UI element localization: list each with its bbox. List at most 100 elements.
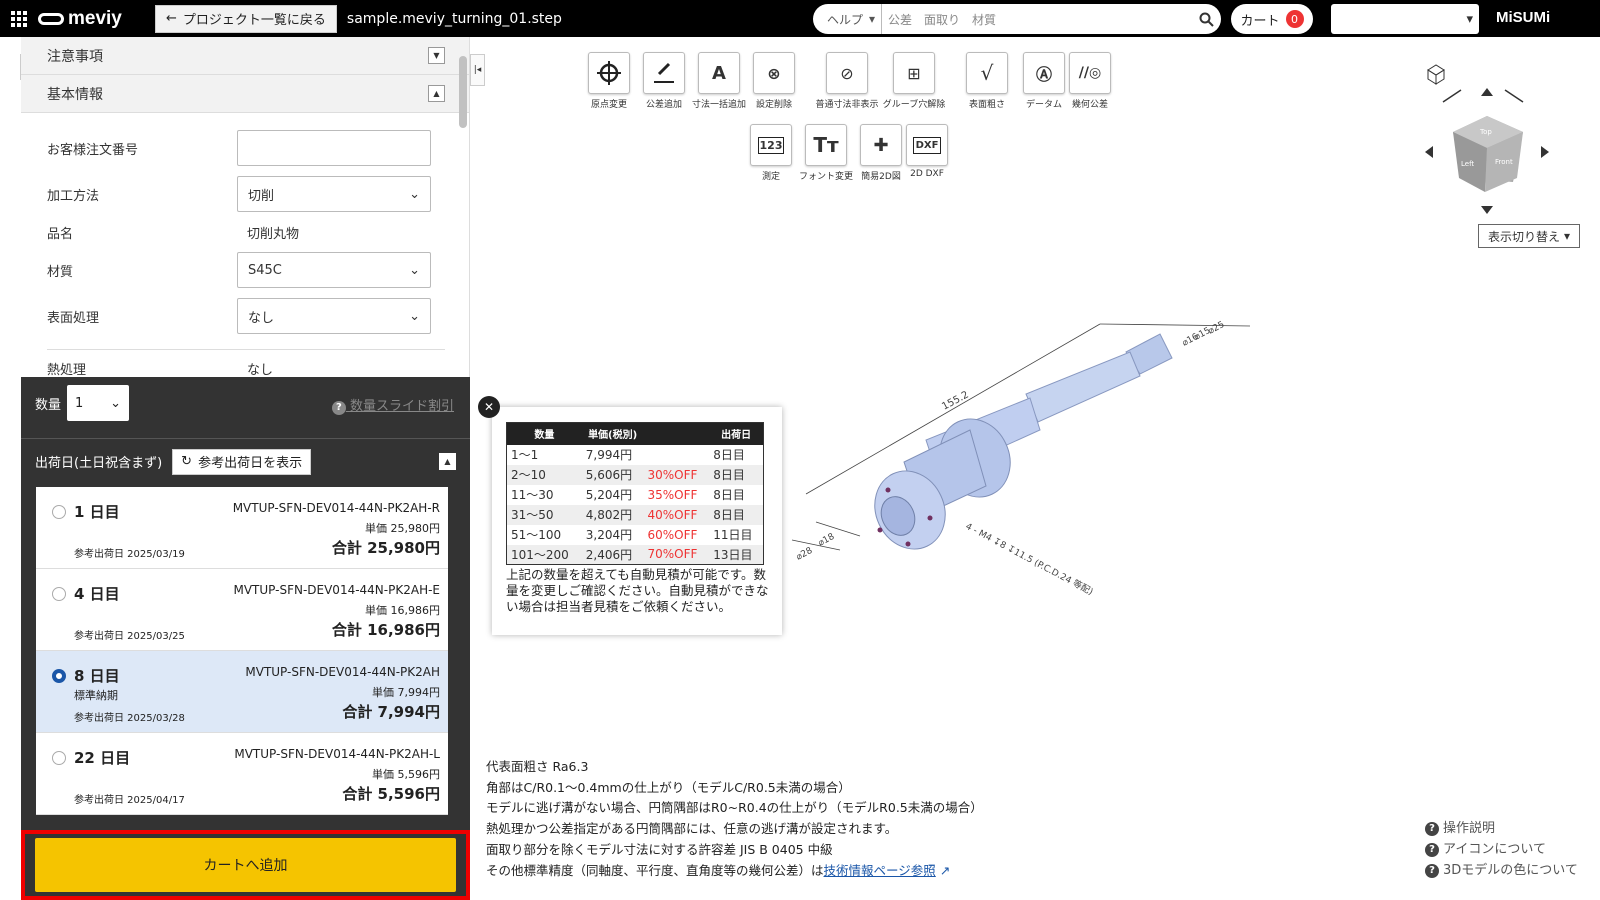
2d-dxf-tool[interactable]: DXF 2D DXF: [897, 124, 957, 179]
chevron-down-icon: ⌄: [409, 308, 420, 324]
quantity-select[interactable]: 1 ⌄: [67, 385, 130, 421]
ship-option[interactable]: 1 日目 参考出荷日 2025/03/19 MVTUP-SFN-DEV014-4…: [36, 487, 448, 569]
refresh-icon: ↻: [181, 454, 193, 469]
ship-option-selected[interactable]: 8 日目 標準納期 参考出荷日 2025/03/28 MVTUP-SFN-DEV…: [36, 651, 448, 733]
svg-text:Front: Front: [1495, 158, 1513, 166]
price-table: 数量 単価(税別) 出荷日 1〜1 7,994円 8日目 2〜10 5,606円 30%…: [506, 422, 764, 565]
search-icon[interactable]: [1191, 12, 1221, 27]
measure-tool[interactable]: 123 測定: [741, 124, 801, 182]
chevron-down-icon: ▾: [1466, 11, 1473, 27]
collapse-icon[interactable]: ▲: [439, 453, 456, 470]
table-row: 101〜200 2,406円 70%OFF 13日目: [506, 544, 764, 565]
price-popup: 数量 単価(税別) 出荷日 1〜1 7,994円 8日目 2〜10 5,606円 30%…: [492, 407, 782, 635]
ship-date-header: 出荷日(土日祝含まず) ↻ 参考出荷日を表示 ▲: [21, 438, 470, 484]
caret-down-icon: ▾: [1563, 229, 1571, 243]
back-to-projects-button[interactable]: ← プロジェクト一覧に戻る: [155, 4, 337, 33]
font-change-tool[interactable]: Tт フォント変更: [796, 124, 856, 182]
dimension-hole: 4 - M4 ↧8 ↧11.5 (P.C.D.24 等配): [964, 520, 1096, 598]
add-to-cart-highlight: カートへ追加: [21, 830, 470, 900]
rotate-up-icon[interactable]: [1481, 88, 1493, 96]
help-links: ? 操作説明 ? アイコンについて ? 3Dモデルの色について: [1425, 818, 1578, 881]
ship-option[interactable]: 4 日目 参考出荷日 2025/03/25 MVTUP-SFN-DEV014-4…: [36, 569, 448, 651]
3d-model-viewport[interactable]: 155.2 4 - M4 ↧8 ↧11.5 (P.C.D.24 等配) ⌀28 …: [780, 290, 1300, 610]
field-surface: 表面処理 なし ⌄: [21, 293, 469, 339]
info-panel: 注意事項 ▼ 基本情報 ▲ お客様注文番号 加工方法 切削 ⌄ 品名 切削丸物 材…: [21, 37, 470, 377]
view-cube[interactable]: Top Left Front: [1453, 116, 1523, 192]
dimension-d28: ⌀28: [795, 546, 815, 563]
field-order-number: お客様注文番号: [21, 125, 469, 171]
rotate-right-arrow-icon[interactable]: [1541, 146, 1549, 158]
order-panel: 数量 1 ⌄ ? 数量スライド割引 出荷日(土日祝含まず) ↻ 参考出荷日を表示 …: [21, 377, 470, 900]
field-process: 加工方法 切削 ⌄: [21, 171, 469, 217]
order-number-input[interactable]: [237, 130, 431, 166]
show-ref-ship-date-button[interactable]: ↻ 参考出荷日を表示: [172, 448, 312, 475]
radio-button[interactable]: [52, 587, 66, 601]
rotate-left-arrow-icon[interactable]: [1425, 146, 1433, 158]
table-row: 2〜10 5,606円 30%OFF 8日目: [506, 464, 764, 485]
panel-scrollbar[interactable]: [458, 40, 468, 374]
expand-icon[interactable]: ▼: [428, 47, 445, 64]
rotate-left-icon[interactable]: [1442, 89, 1462, 103]
surface-roughness-tool[interactable]: √ 表面粗さ: [957, 52, 1017, 110]
close-icon[interactable]: ✕: [478, 396, 500, 418]
hide-general-dim-tool[interactable]: ⊘ 普通寸法非表示: [811, 52, 883, 110]
surface-select[interactable]: なし ⌄: [237, 298, 431, 334]
ship-option[interactable]: 22 日目 参考出荷日 2025/04/17 MVTUP-SFN-DEV014-…: [36, 733, 448, 815]
tech-info-link[interactable]: 技術情報ページ参照: [824, 863, 936, 878]
external-link-icon: ↗: [939, 862, 951, 878]
arrow-left-icon: ←: [166, 11, 177, 26]
operation-guide-link[interactable]: ? 操作説明: [1425, 818, 1578, 839]
rotate-down-icon[interactable]: [1481, 206, 1493, 214]
field-item-name: 品名 切削丸物: [47, 226, 300, 242]
dimension-d18: ⌀18: [817, 532, 837, 549]
chevron-down-icon: ⌄: [110, 395, 122, 411]
app-grid-icon[interactable]: [0, 0, 38, 37]
view-switch-select[interactable]: 表示切り替え ▾: [1478, 224, 1580, 248]
model-color-help-link[interactable]: ? 3Dモデルの色について: [1425, 860, 1578, 881]
meviy-logo[interactable]: meviy: [38, 8, 150, 30]
radio-button[interactable]: [52, 751, 66, 765]
add-tolerance-tool[interactable]: 公差追加: [634, 52, 694, 110]
file-name: sample.meviy_turning_01.step: [346, 10, 562, 27]
cart-button[interactable]: カート 0: [1231, 4, 1313, 34]
price-note: 上記の数量を超えても自動見積が可能です。数量を変更しご確認ください。自動見積がで…: [506, 567, 769, 614]
delete-settings-tool[interactable]: ⊗ 設定削除: [744, 52, 804, 110]
cart-count-badge: 0: [1285, 10, 1304, 28]
icon-help-link[interactable]: ? アイコンについて: [1425, 839, 1578, 860]
rotate-right-icon[interactable]: [1504, 89, 1524, 103]
cube-icon[interactable]: [1427, 64, 1445, 85]
chevron-down-icon: ⌄: [409, 186, 420, 202]
search-input[interactable]: 公差 面取り 材質: [882, 11, 1191, 28]
expand-panel-icon[interactable]: |◂: [470, 54, 485, 86]
geometric-tolerance-tool[interactable]: //◎ 幾何公差: [1060, 52, 1120, 110]
search-bar: ヘルプ ▾ 公差 面取り 材質: [813, 4, 1221, 34]
chevron-down-icon: ⌄: [409, 262, 420, 278]
quantity-slide-discount-link[interactable]: ? 数量スライド割引: [331, 395, 454, 415]
field-heat: 熱処理 なし: [47, 362, 274, 378]
radio-button[interactable]: [52, 669, 66, 683]
search-category-select[interactable]: ヘルプ ▾: [813, 4, 883, 34]
misumi-logo: MiSUMi: [1496, 9, 1551, 26]
turned-shaft-model: [874, 333, 1173, 550]
groove-hole-release-tool[interactable]: ⊞ グルーブ穴解除: [878, 52, 950, 110]
language-select[interactable]: ▾: [1331, 4, 1479, 34]
dimension-length: 155.2: [940, 389, 970, 412]
svg-text:Left: Left: [1461, 160, 1474, 168]
svg-text:Top: Top: [1479, 128, 1492, 136]
radio-button[interactable]: [52, 505, 66, 519]
origin-change-tool[interactable]: 原点変更: [579, 52, 639, 110]
material-select[interactable]: S45C ⌄: [237, 252, 431, 288]
batch-dimension-tool[interactable]: A 寸法一括追加: [689, 52, 749, 110]
accordion-basic-info[interactable]: 基本情報 ▲: [21, 75, 469, 113]
standard-notes: 代表面粗さ Ra6.3 角部はC/R0.1〜0.4mmの仕上がり（モデルC/R0…: [486, 759, 983, 878]
accordion-notice[interactable]: 注意事項 ▼: [21, 37, 469, 75]
view-cube-control: Top Left Front: [1425, 60, 1585, 250]
chevron-down-icon: ▾: [869, 12, 876, 26]
collapse-icon[interactable]: ▲: [428, 85, 445, 102]
add-to-cart-button[interactable]: カートへ追加: [35, 838, 456, 892]
table-row: 31〜50 4,802円 40%OFF 8日目: [506, 504, 764, 525]
help-icon: ?: [1425, 842, 1439, 857]
field-material: 材質 S45C ⌄: [21, 247, 469, 293]
process-select[interactable]: 切削 ⌄: [237, 176, 431, 212]
help-icon: ?: [331, 400, 346, 415]
